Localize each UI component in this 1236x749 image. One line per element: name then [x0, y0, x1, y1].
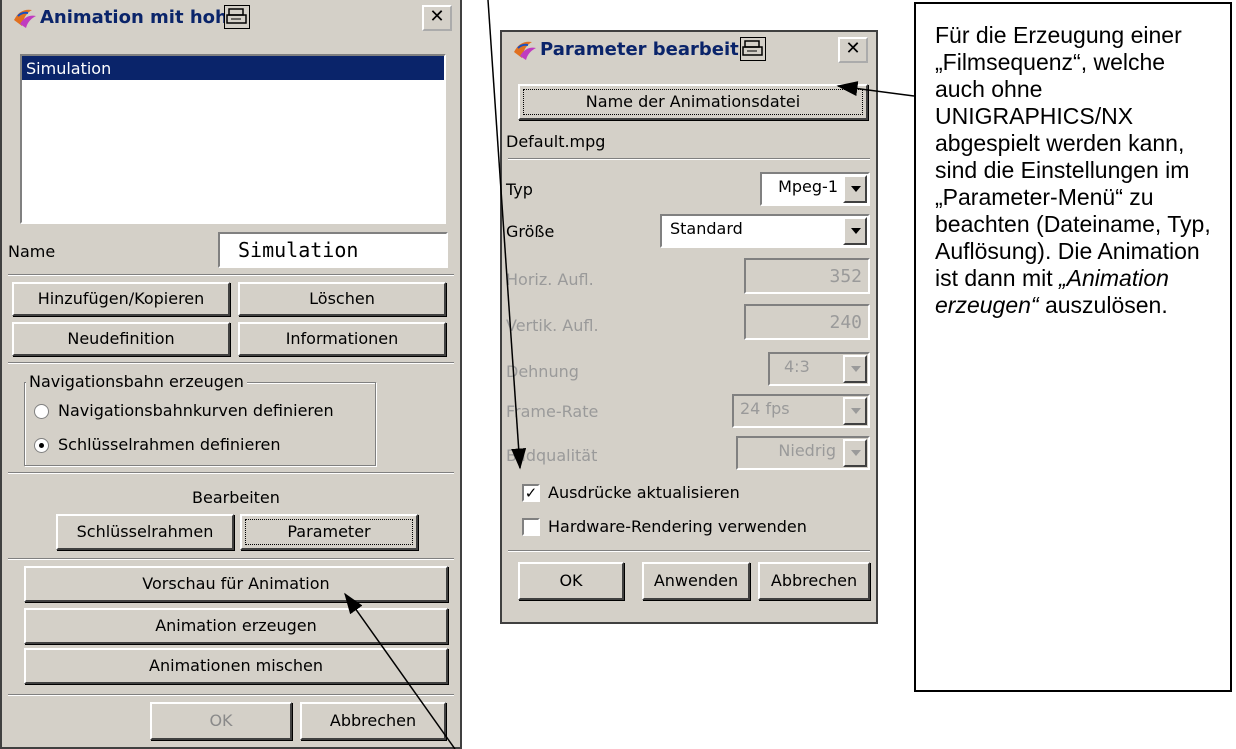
horizontal-resolution-label: Horiz. Aufl.: [506, 270, 594, 289]
ok-button[interactable]: OK: [518, 562, 624, 600]
chevron-down-icon[interactable]: [843, 355, 867, 383]
animation-filename-label: Name der Animationsdatei: [585, 92, 801, 111]
horizontal-resolution-field[interactable]: 352: [744, 258, 870, 294]
print-icon[interactable]: [740, 37, 766, 61]
keyframes-label: Schlüsselrahmen: [76, 522, 214, 541]
filename-display: Default.mpg: [506, 132, 606, 151]
parameter-label: Parameter: [287, 522, 371, 541]
annotation-text: Für die Erzeugung einer „Filmsequenz“, w…: [935, 22, 1211, 291]
hardware-rendering-checkbox[interactable]: [522, 518, 540, 536]
print-icon[interactable]: [224, 5, 250, 29]
update-expressions-checkbox[interactable]: ✓: [522, 484, 540, 502]
type-select-value: Mpeg-1: [778, 177, 838, 196]
create-animation-button[interactable]: Animation erzeugen: [24, 608, 448, 644]
list-item[interactable]: Simulation: [22, 56, 444, 80]
size-select-value: Standard: [670, 219, 743, 238]
ok-label: OK: [209, 711, 233, 730]
type-label: Typ: [506, 180, 533, 199]
radio-keyframes[interactable]: [34, 438, 49, 453]
vertical-resolution-value: 240: [829, 312, 862, 333]
aspect-select[interactable]: 4:3: [768, 352, 870, 386]
edit-section-label: Bearbeiten: [192, 488, 280, 507]
close-icon[interactable]: ✕: [422, 5, 452, 31]
hardware-rendering-label[interactable]: Hardware-Rendering verwenden: [548, 517, 807, 536]
delete-button[interactable]: Löschen: [238, 282, 446, 316]
annotation-note: Für die Erzeugung einer „Filmsequenz“, w…: [914, 2, 1232, 692]
close-icon[interactable]: ✕: [838, 37, 868, 63]
vertical-resolution-field[interactable]: 240: [744, 304, 870, 340]
horizontal-resolution-value: 352: [829, 266, 862, 287]
app-logo-icon: [14, 9, 36, 28]
separator: [508, 550, 870, 552]
name-input[interactable]: Simulation: [218, 232, 448, 268]
chevron-down-icon[interactable]: [843, 175, 867, 203]
separator: [8, 558, 454, 560]
information-label: Informationen: [285, 329, 399, 348]
cancel-label: Abbrechen: [329, 711, 417, 730]
add-copy-button[interactable]: Hinzufügen/Kopieren: [12, 282, 230, 316]
vertical-resolution-label: Vertik. Aufl.: [506, 316, 599, 335]
animation-dialog-title: Animation mit hoher Bildqual: [40, 7, 245, 28]
preview-animation-button[interactable]: Vorschau für Animation: [24, 566, 448, 602]
separator: [508, 158, 870, 160]
create-animation-label: Animation erzeugen: [155, 616, 317, 635]
apply-button[interactable]: Anwenden: [642, 562, 750, 600]
update-expressions-label[interactable]: Ausdrücke aktualisieren: [548, 483, 740, 502]
delete-label: Löschen: [309, 289, 375, 308]
chevron-down-icon[interactable]: [843, 217, 867, 245]
separator: [8, 274, 454, 276]
separator: [8, 694, 454, 696]
name-input-value: Simulation: [238, 238, 359, 262]
radio-path-curves-label[interactable]: Navigationsbahnkurven definieren: [58, 401, 334, 420]
cancel-label: Abbrechen: [770, 571, 858, 590]
ok-label: OK: [559, 571, 583, 590]
mix-animations-button[interactable]: Animationen mischen: [24, 648, 448, 684]
chevron-down-icon[interactable]: [843, 439, 867, 467]
navigation-path-group-title: Navigationsbahn erzeugen: [26, 372, 247, 391]
separator: [8, 472, 454, 474]
annotation-text-end: auszulösen.: [1038, 292, 1168, 318]
chevron-down-icon[interactable]: [843, 397, 867, 425]
animation-dialog-titlebar[interactable]: Animation mit hoher Bildqual ✕: [2, 0, 460, 36]
aspect-select-value: 4:3: [784, 357, 810, 376]
parameter-dialog-titlebar[interactable]: Parameter bearbeit ✕: [502, 32, 876, 68]
ok-button[interactable]: OK: [150, 702, 292, 740]
size-select[interactable]: Standard: [660, 214, 870, 248]
parameter-dialog: Parameter bearbeit ✕ Name der Animations…: [500, 30, 878, 624]
image-quality-label: Bildqualität: [506, 446, 598, 465]
image-quality-select-value: Niedrig: [778, 441, 836, 460]
size-label: Größe: [506, 222, 555, 241]
separator: [8, 362, 454, 364]
type-select[interactable]: Mpeg-1: [760, 172, 870, 206]
animation-dialog: Animation mit hoher Bildqual ✕ Simulatio…: [0, 0, 462, 749]
parameter-dialog-title: Parameter bearbeit: [540, 39, 739, 60]
cancel-button[interactable]: Abbrechen: [300, 702, 446, 740]
cancel-button[interactable]: Abbrechen: [758, 562, 870, 600]
keyframes-button[interactable]: Schlüsselrahmen: [56, 514, 234, 550]
frame-rate-label: Frame-Rate: [506, 402, 599, 421]
animation-list[interactable]: Simulation: [20, 54, 446, 224]
redefine-button[interactable]: Neudefinition: [12, 322, 230, 356]
animation-filename-button[interactable]: Name der Animationsdatei: [518, 84, 868, 120]
apply-label: Anwenden: [653, 571, 739, 590]
mix-animations-label: Animationen mischen: [149, 656, 323, 675]
frame-rate-select[interactable]: 24 fps: [732, 394, 870, 428]
preview-animation-label: Vorschau für Animation: [142, 574, 330, 593]
information-button[interactable]: Informationen: [238, 322, 446, 356]
radio-keyframes-label[interactable]: Schlüsselrahmen definieren: [58, 435, 281, 454]
add-copy-label: Hinzufügen/Kopieren: [37, 289, 205, 308]
aspect-label: Dehnung: [506, 362, 579, 381]
radio-path-curves[interactable]: [34, 404, 49, 419]
image-quality-select[interactable]: Niedrig: [736, 436, 870, 470]
name-label: Name: [8, 242, 56, 261]
app-logo-icon: [514, 41, 536, 60]
parameter-button[interactable]: Parameter: [240, 514, 418, 550]
redefine-label: Neudefinition: [67, 329, 175, 348]
frame-rate-select-value: 24 fps: [740, 399, 790, 418]
